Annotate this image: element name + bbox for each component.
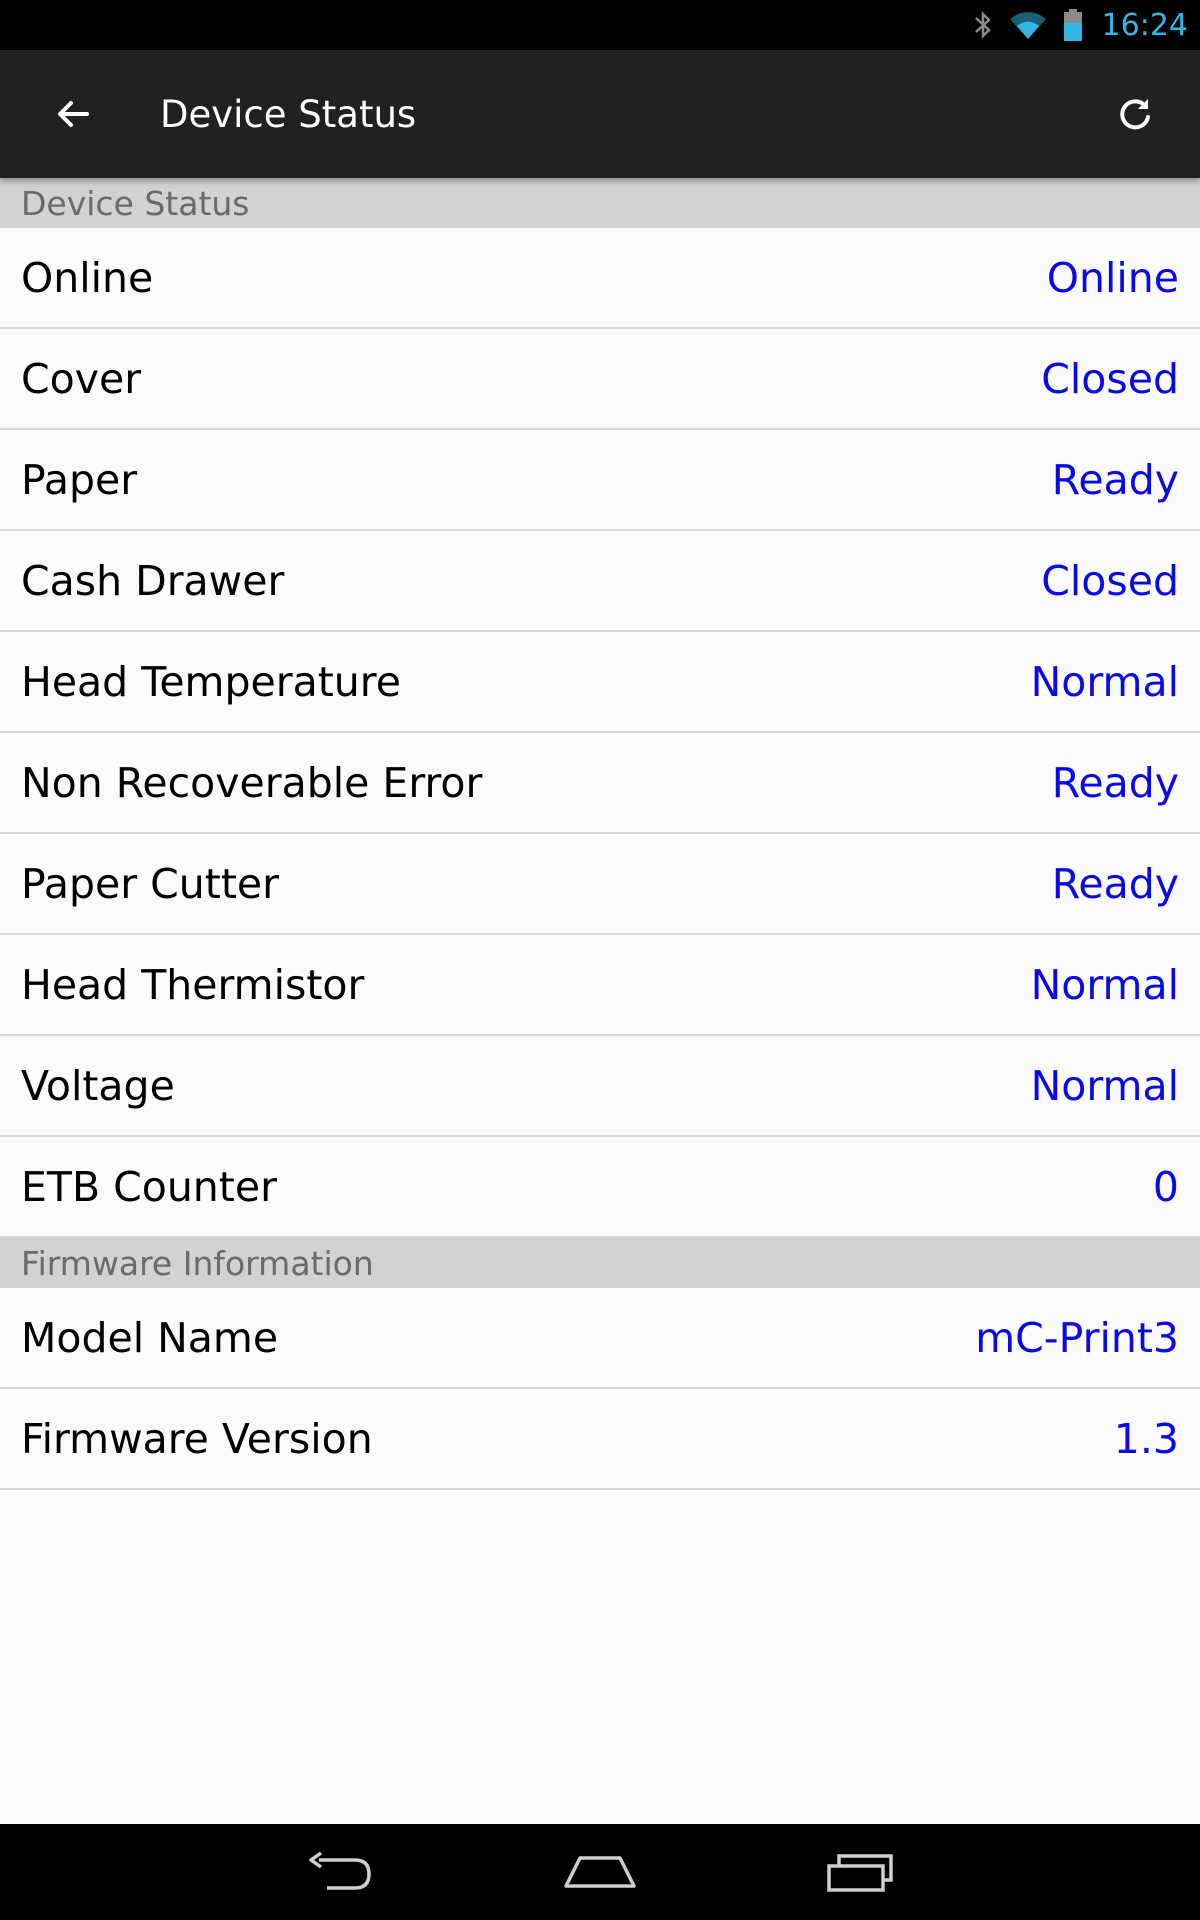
device-status-list: Device Status Online Online Cover Closed… — [0, 178, 1200, 1490]
refresh-icon — [1120, 99, 1150, 130]
section-header-device-status: Device Status — [0, 178, 1200, 228]
row-value: 1.3 — [1113, 1414, 1179, 1463]
row-cover: Cover Closed — [0, 329, 1200, 430]
row-label: ETB Counter — [21, 1162, 277, 1211]
app-toolbar: Device Status — [0, 50, 1200, 178]
row-label: Cash Drawer — [21, 556, 285, 605]
nav-home-button[interactable] — [550, 1837, 650, 1907]
arrow-left-icon — [58, 101, 89, 127]
nav-recents-button[interactable] — [810, 1837, 910, 1907]
row-label: Cover — [21, 354, 142, 403]
row-value: Ready — [1051, 859, 1179, 908]
section-header-firmware-information: Firmware Information — [0, 1238, 1200, 1288]
status-clock: 16:24 — [1101, 7, 1188, 43]
row-cash-drawer: Cash Drawer Closed — [0, 531, 1200, 632]
row-label: Firmware Version — [21, 1414, 373, 1463]
home-nav-icon — [564, 1856, 636, 1888]
row-value: mC-Print3 — [975, 1313, 1179, 1362]
wifi-icon — [1008, 9, 1048, 41]
row-value: Ready — [1051, 455, 1179, 504]
row-value: Normal — [1030, 960, 1179, 1009]
row-label: Head Temperature — [21, 657, 401, 706]
row-label: Paper — [21, 455, 138, 504]
row-label: Model Name — [21, 1313, 279, 1362]
row-head-thermistor: Head Thermistor Normal — [0, 935, 1200, 1036]
system-status-bar: 16:24 — [0, 0, 1200, 50]
row-value: Ready — [1051, 758, 1179, 807]
back-nav-icon — [309, 1851, 371, 1890]
row-value: 0 — [1152, 1162, 1179, 1211]
system-navigation-bar — [0, 1824, 1200, 1920]
row-label: Head Thermistor — [21, 960, 365, 1009]
row-paper-cutter: Paper Cutter Ready — [0, 834, 1200, 935]
row-value: Normal — [1030, 1061, 1179, 1110]
row-etb-counter: ETB Counter 0 — [0, 1137, 1200, 1238]
row-label: Voltage — [21, 1061, 175, 1110]
row-label: Paper Cutter — [21, 859, 279, 908]
bluetooth-icon — [972, 9, 994, 41]
row-online: Online Online — [0, 228, 1200, 329]
row-value: Closed — [1041, 354, 1179, 403]
row-label: Non Recoverable Error — [21, 758, 483, 807]
row-non-recoverable-error: Non Recoverable Error Ready — [0, 733, 1200, 834]
row-value: Online — [1046, 253, 1179, 302]
battery-icon — [1062, 8, 1084, 42]
row-value: Closed — [1041, 556, 1179, 605]
row-firmware-version: Firmware Version 1.3 — [0, 1389, 1200, 1490]
page-title: Device Status — [160, 92, 417, 136]
row-label: Online — [21, 253, 154, 302]
row-model-name: Model Name mC-Print3 — [0, 1288, 1200, 1389]
recents-nav-icon — [827, 1854, 893, 1892]
row-head-temperature: Head Temperature Normal — [0, 632, 1200, 733]
nav-back-button[interactable] — [290, 1837, 390, 1907]
row-value: Normal — [1030, 657, 1179, 706]
refresh-button[interactable] — [1100, 79, 1170, 149]
back-button[interactable] — [38, 79, 108, 149]
row-paper: Paper Ready — [0, 430, 1200, 531]
row-voltage: Voltage Normal — [0, 1036, 1200, 1137]
